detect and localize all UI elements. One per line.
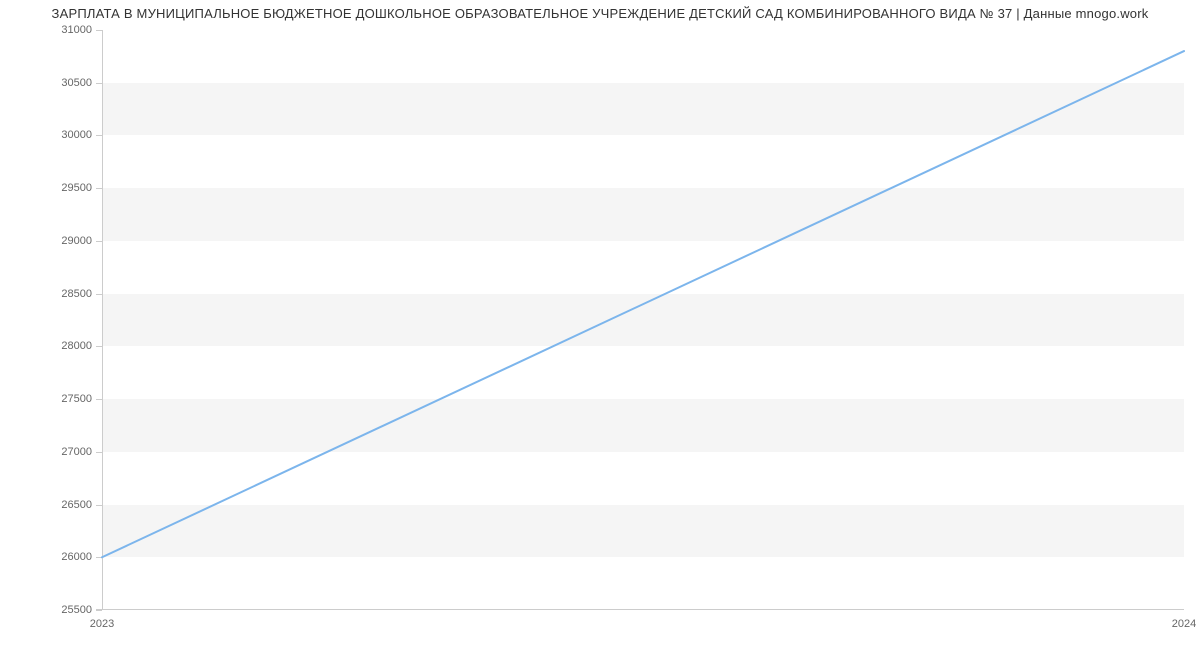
y-tick-label: 30000: [61, 129, 92, 141]
y-tick-label: 28500: [61, 288, 92, 300]
y-tick: [96, 610, 102, 611]
y-tick-label: 27500: [61, 393, 92, 405]
x-tick-label: 2024: [1172, 618, 1196, 630]
plot-area: 2550026000265002700027500280002850029000…: [102, 30, 1184, 610]
y-tick-label: 31000: [61, 24, 92, 36]
y-tick-label: 30500: [61, 77, 92, 89]
y-tick-label: 26500: [61, 499, 92, 511]
y-tick-label: 28000: [61, 340, 92, 352]
y-tick-label: 29500: [61, 182, 92, 194]
chart-title: ЗАРПЛАТА В МУНИЦИПАЛЬНОЕ БЮДЖЕТНОЕ ДОШКО…: [0, 6, 1200, 21]
data-line: [102, 51, 1184, 557]
y-tick-label: 29000: [61, 235, 92, 247]
chart-svg: [102, 30, 1184, 610]
y-tick-label: 27000: [61, 446, 92, 458]
y-tick-label: 25500: [61, 604, 92, 616]
x-tick-label: 2023: [90, 618, 114, 630]
y-tick-label: 26000: [61, 551, 92, 563]
